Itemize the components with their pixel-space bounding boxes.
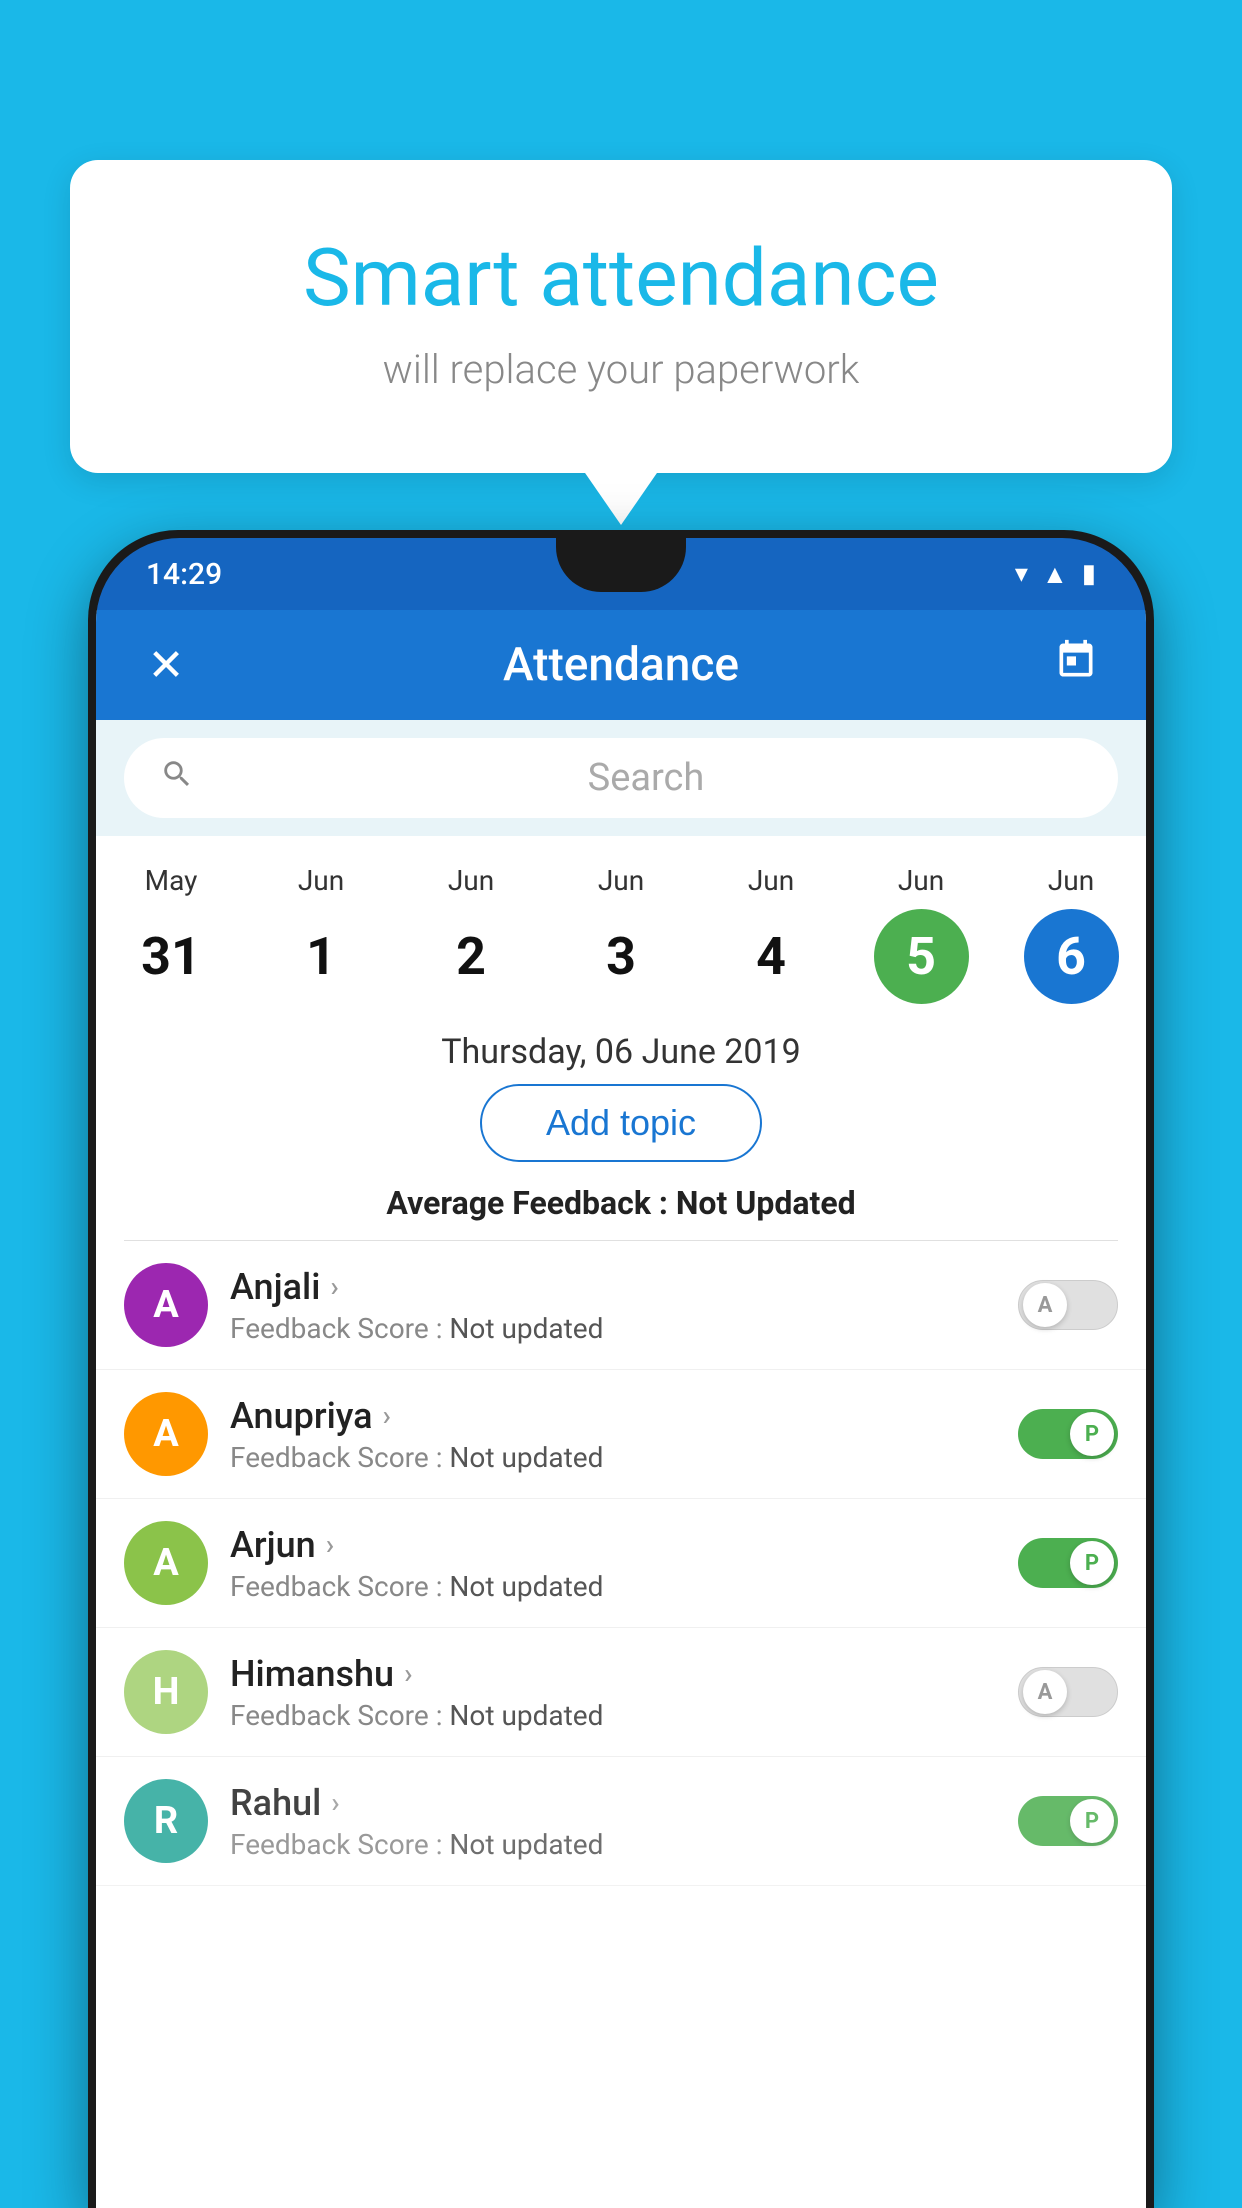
status-bar: 14:29 ▾ ▲ ▮ [96, 538, 1146, 610]
avg-feedback: Average Feedback : Not Updated [96, 1184, 1146, 1222]
attendance-toggle-anjali[interactable]: A [1018, 1280, 1118, 1330]
cal-day-may31[interactable]: May 31 [106, 864, 236, 1004]
student-name-arjun: Arjun › [230, 1524, 996, 1566]
student-item-arjun: A Arjun › Feedback Score : Not updated P [96, 1499, 1146, 1628]
selected-date-label: Thursday, 06 June 2019 [96, 1014, 1146, 1084]
cal-day-jun4[interactable]: Jun 4 [706, 864, 836, 1004]
toggle-knob-rahul: P [1070, 1799, 1114, 1843]
wifi-icon: ▾ [1015, 559, 1028, 589]
search-bar-container: Search [96, 720, 1146, 836]
student-name-himanshu: Himanshu › [230, 1653, 996, 1695]
student-item-himanshu: H Himanshu › Feedback Score : Not update… [96, 1628, 1146, 1757]
toggle-knob-himanshu: A [1023, 1670, 1067, 1714]
avatar-anupriya: A [124, 1392, 208, 1476]
close-icon[interactable]: ✕ [136, 639, 196, 691]
speech-bubble-container: Smart attendance will replace your paper… [70, 160, 1172, 473]
student-info-anjali[interactable]: Anjali › Feedback Score : Not updated [230, 1266, 996, 1345]
feedback-himanshu: Feedback Score : Not updated [230, 1699, 996, 1732]
student-item-anjali: A Anjali › Feedback Score : Not updated … [96, 1241, 1146, 1370]
phone-screen: ✕ Attendance Search [96, 610, 1146, 2208]
chevron-right-icon: › [331, 1786, 339, 1819]
attendance-toggle-anupriya[interactable]: P [1018, 1409, 1118, 1459]
toggle-himanshu[interactable]: A [1018, 1667, 1118, 1717]
cal-day-jun6[interactable]: Jun 6 [1006, 864, 1136, 1004]
student-name-anupriya: Anupriya › [230, 1395, 996, 1437]
student-info-himanshu[interactable]: Himanshu › Feedback Score : Not updated [230, 1653, 996, 1732]
chevron-right-icon: › [404, 1657, 412, 1690]
avatar-himanshu: H [124, 1650, 208, 1734]
avatar-arjun: A [124, 1521, 208, 1605]
attendance-toggle-rahul[interactable]: P [1018, 1796, 1118, 1846]
student-info-arjun[interactable]: Arjun › Feedback Score : Not updated [230, 1524, 996, 1603]
search-input[interactable]: Search [210, 756, 1082, 800]
feedback-arjun: Feedback Score : Not updated [230, 1570, 996, 1603]
toggle-rahul[interactable]: P [1018, 1796, 1118, 1846]
toggle-knob-anjali: A [1023, 1283, 1067, 1327]
toggle-arjun[interactable]: P [1018, 1538, 1118, 1588]
student-list: A Anjali › Feedback Score : Not updated … [96, 1241, 1146, 1886]
cal-day-jun3[interactable]: Jun 3 [556, 864, 686, 1004]
feedback-rahul: Feedback Score : Not updated [230, 1828, 996, 1861]
toggle-anjali[interactable]: A [1018, 1280, 1118, 1330]
chevron-right-icon: › [326, 1528, 334, 1561]
phone-inner: 14:29 ▾ ▲ ▮ ✕ Attendance [96, 538, 1146, 2208]
toggle-anupriya[interactable]: P [1018, 1409, 1118, 1459]
signal-icon: ▲ [1042, 559, 1068, 590]
bubble-subtitle: will replace your paperwork [130, 346, 1112, 393]
toggle-knob-anupriya: P [1070, 1412, 1114, 1456]
toggle-knob-arjun: P [1070, 1541, 1114, 1585]
cal-day-jun1[interactable]: Jun 1 [256, 864, 386, 1004]
cal-day-jun2[interactable]: Jun 2 [406, 864, 536, 1004]
student-name-rahul: Rahul › [230, 1782, 996, 1824]
search-bar[interactable]: Search [124, 738, 1118, 818]
add-topic-button[interactable]: Add topic [480, 1084, 762, 1162]
phone-frame: 14:29 ▾ ▲ ▮ ✕ Attendance [88, 530, 1154, 2208]
avatar-anjali: A [124, 1263, 208, 1347]
chevron-right-icon: › [330, 1270, 338, 1303]
attendance-toggle-arjun[interactable]: P [1018, 1538, 1118, 1588]
attendance-toggle-himanshu[interactable]: A [1018, 1667, 1118, 1717]
student-name-anjali: Anjali › [230, 1266, 996, 1308]
chevron-right-icon: › [383, 1399, 391, 1432]
calendar-row: May 31 Jun 1 Jun 2 Jun 3 Jun 4 [96, 836, 1146, 1014]
feedback-anupriya: Feedback Score : Not updated [230, 1441, 996, 1474]
app-title: Attendance [196, 638, 1046, 692]
app-bar: ✕ Attendance [96, 610, 1146, 720]
cal-day-jun5[interactable]: Jun 5 [856, 864, 986, 1004]
status-time: 14:29 [146, 557, 222, 592]
student-item-rahul: R Rahul › Feedback Score : Not updated P [96, 1757, 1146, 1886]
bubble-title: Smart attendance [130, 230, 1112, 326]
status-icons: ▾ ▲ ▮ [1015, 559, 1096, 590]
student-item-anupriya: A Anupriya › Feedback Score : Not update… [96, 1370, 1146, 1499]
battery-icon: ▮ [1082, 559, 1096, 589]
feedback-anjali: Feedback Score : Not updated [230, 1312, 996, 1345]
search-icon [160, 757, 194, 800]
speech-bubble: Smart attendance will replace your paper… [70, 160, 1172, 473]
student-info-anupriya[interactable]: Anupriya › Feedback Score : Not updated [230, 1395, 996, 1474]
calendar-icon[interactable] [1046, 638, 1106, 693]
avatar-rahul: R [124, 1779, 208, 1863]
student-info-rahul[interactable]: Rahul › Feedback Score : Not updated [230, 1782, 996, 1861]
